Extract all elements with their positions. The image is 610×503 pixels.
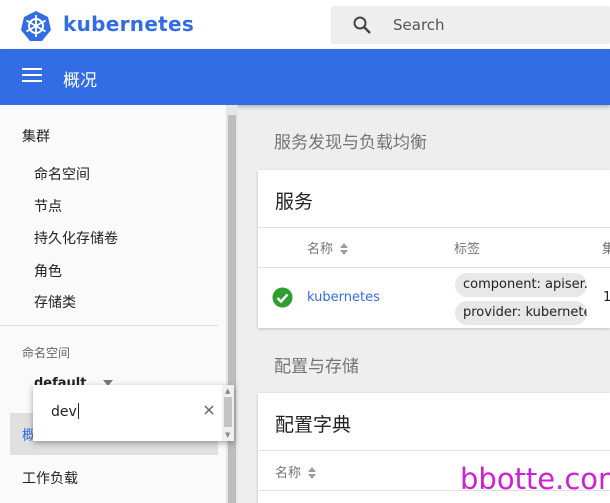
kubernetes-logo-icon[interactable] bbox=[20, 10, 52, 42]
sort-icon[interactable] bbox=[339, 242, 349, 256]
sidebar-scrollbar-thumb[interactable] bbox=[228, 115, 236, 503]
sidebar-divider bbox=[0, 325, 218, 326]
hamburger-menu-icon[interactable] bbox=[22, 68, 42, 84]
sort-icon[interactable] bbox=[307, 466, 317, 480]
dropdown-scrollbar-thumb[interactable] bbox=[224, 397, 232, 427]
search-bar[interactable]: Search bbox=[331, 6, 610, 44]
sidebar-item-persistent-volumes[interactable]: 持久化存储卷 bbox=[34, 228, 118, 248]
sidebar-category-cluster[interactable]: 集群 bbox=[22, 126, 50, 146]
sidebar-item-nodes[interactable]: 节点 bbox=[34, 196, 62, 216]
dropdown-scrollbar[interactable]: ▲ ▼ bbox=[222, 385, 234, 441]
sidebar-scrollbar[interactable] bbox=[226, 105, 238, 503]
cluster-ip-cell: 1 bbox=[603, 290, 610, 305]
table-header-divider bbox=[258, 267, 610, 268]
section-discovery-title: 服务发现与负载均衡 bbox=[274, 133, 427, 153]
namespace-dropdown: dev ▲ ▼ bbox=[33, 385, 234, 441]
search-input[interactable]: Search bbox=[393, 16, 445, 34]
column-header-cluster-ip: 集 bbox=[602, 242, 610, 257]
scroll-down-icon[interactable]: ▼ bbox=[225, 431, 230, 439]
top-bar: kubernetes Search bbox=[0, 0, 610, 49]
brand-name[interactable]: kubernetes bbox=[63, 12, 194, 36]
sidebar-item-namespaces[interactable]: 命名空间 bbox=[34, 164, 90, 184]
services-card-title[interactable]: 服务 bbox=[275, 187, 313, 214]
namespace-label: 命名空间 bbox=[22, 346, 71, 360]
watermark-text: bbotte.com bbox=[460, 462, 610, 496]
namespace-filter-input[interactable]: dev bbox=[51, 403, 79, 420]
card-divider bbox=[258, 227, 610, 228]
label-chip: provider: kubernetes bbox=[455, 301, 587, 325]
label-chip: component: apiser... bbox=[455, 273, 587, 297]
section-config-title: 配置与存储 bbox=[274, 357, 359, 377]
page-title: 概况 bbox=[63, 71, 97, 91]
scroll-up-icon[interactable]: ▲ bbox=[225, 387, 230, 395]
column-header-name[interactable]: 名称 bbox=[275, 462, 317, 481]
check-circle-icon bbox=[272, 287, 293, 308]
service-name-link[interactable]: kubernetes bbox=[307, 290, 380, 305]
services-card: 服务 名称 标签 集 kubernetes component: apiser.… bbox=[258, 170, 610, 328]
clear-icon[interactable] bbox=[201, 402, 217, 418]
app-bar: 概况 bbox=[0, 49, 610, 105]
sidebar-category-workloads[interactable]: 工作负载 bbox=[22, 468, 78, 488]
configmaps-card-title[interactable]: 配置字典 bbox=[275, 410, 351, 437]
sidebar-item-storage-classes[interactable]: 存储类 bbox=[34, 292, 76, 312]
search-icon[interactable] bbox=[352, 15, 372, 35]
column-header-name[interactable]: 名称 bbox=[307, 238, 349, 257]
card-divider bbox=[258, 450, 610, 451]
sidebar-item-roles[interactable]: 角色 bbox=[34, 261, 62, 281]
column-header-labels: 标签 bbox=[454, 242, 481, 257]
